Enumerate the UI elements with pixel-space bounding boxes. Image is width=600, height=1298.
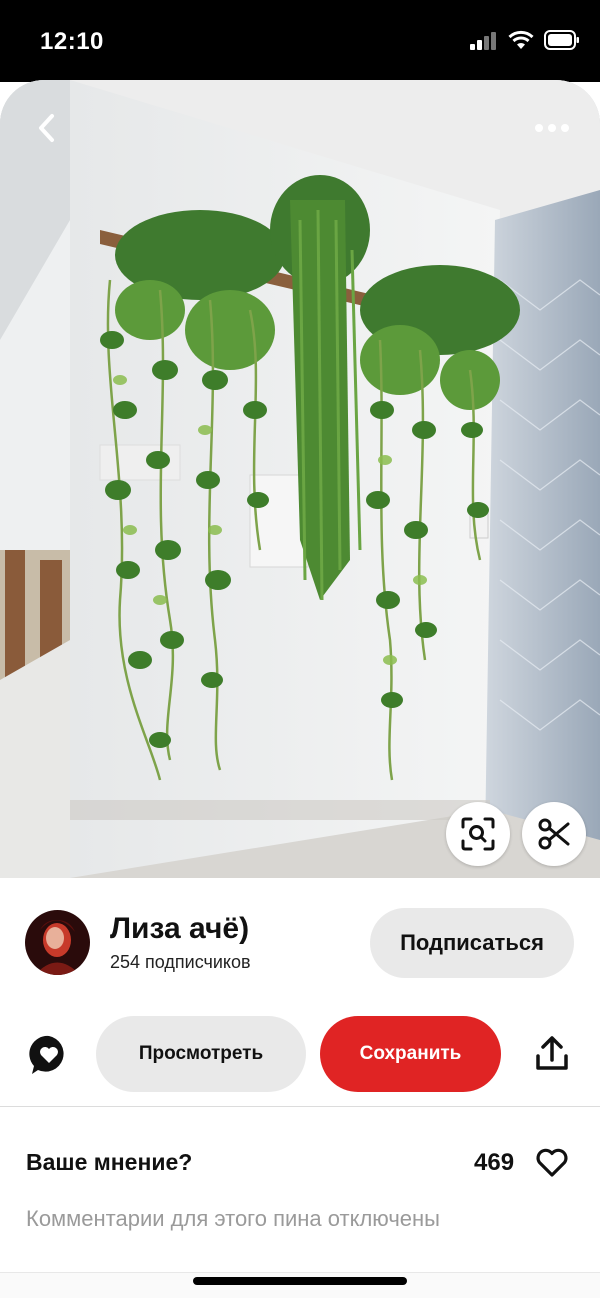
like-button[interactable] bbox=[534, 1144, 570, 1180]
comments-disabled-note: Комментарии для этого пина отключены bbox=[26, 1206, 440, 1231]
save-button[interactable]: Сохранить bbox=[320, 1016, 501, 1092]
cutout-button[interactable] bbox=[522, 802, 586, 866]
pin-image[interactable] bbox=[0, 80, 600, 878]
scissors-icon bbox=[538, 818, 570, 850]
home-indicator[interactable] bbox=[193, 1277, 407, 1285]
heart-bubble-icon bbox=[29, 1035, 64, 1074]
creator-name[interactable]: Лиза ачё) bbox=[110, 912, 249, 946]
chevron-left-icon bbox=[39, 114, 54, 142]
back-button[interactable] bbox=[22, 108, 70, 148]
share-button[interactable] bbox=[532, 1034, 572, 1074]
view-button[interactable]: Просмотреть bbox=[96, 1016, 306, 1092]
heart-outline-icon bbox=[536, 1148, 568, 1177]
avatar-image bbox=[25, 910, 90, 975]
visual-search-icon bbox=[461, 817, 495, 851]
like-count: 469 bbox=[474, 1149, 515, 1176]
visual-search-button[interactable] bbox=[446, 802, 510, 866]
status-time: 12:10 bbox=[40, 28, 104, 55]
bottom-sheet-edge bbox=[0, 1272, 600, 1298]
wifi-icon bbox=[508, 30, 534, 49]
pin-photo-plants-on-wall bbox=[0, 80, 600, 878]
section-divider bbox=[0, 1106, 600, 1107]
status-bar: 12:10 bbox=[0, 0, 600, 82]
follower-count: 254 подписчиков bbox=[110, 952, 251, 972]
comment-reaction-button[interactable] bbox=[28, 1034, 70, 1076]
status-icons bbox=[470, 30, 580, 50]
creator-avatar[interactable] bbox=[25, 910, 90, 975]
cellular-signal-icon bbox=[470, 32, 496, 50]
comments-title: Ваше мнение? bbox=[26, 1149, 193, 1175]
battery-icon bbox=[544, 30, 579, 50]
more-horizontal-icon bbox=[535, 124, 569, 132]
follow-button[interactable]: Подписаться bbox=[370, 908, 574, 978]
share-icon bbox=[536, 1036, 568, 1070]
more-options-button[interactable] bbox=[526, 108, 578, 148]
